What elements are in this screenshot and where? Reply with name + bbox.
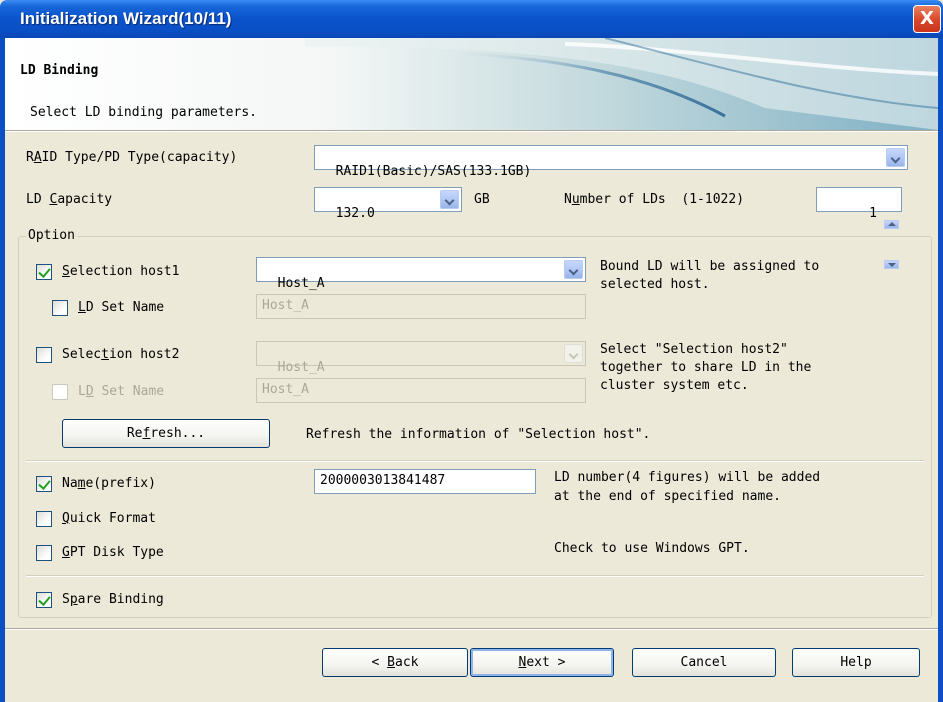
window-title: Initialization Wizard(10/11) — [20, 9, 232, 28]
selection-host1-label: Selection host1 — [62, 264, 180, 279]
ld-set-name2-checkbox[interactable] — [52, 384, 68, 400]
refresh-button[interactable]: Refresh... — [62, 419, 270, 448]
ld-set-name1-value: Host_A — [262, 298, 309, 313]
name-prefix-checkbox[interactable] — [36, 476, 52, 492]
selection-host1-value: Host_A — [277, 276, 325, 291]
ld-set-name1-field[interactable]: Host_A — [256, 294, 586, 319]
header-divider — [5, 130, 938, 132]
raid-type-label: RAID Type/PD Type(capacity) — [26, 150, 238, 165]
refresh-note: Refresh the information of "Selection ho… — [306, 427, 651, 442]
ld-set-name2-field[interactable]: Host_A — [256, 378, 586, 403]
selection-host2-note: Select "Selection host2" together to sha… — [600, 342, 812, 393]
quick-format-checkbox[interactable] — [36, 511, 52, 527]
gpt-disk-type-label: GPT Disk Type — [62, 545, 164, 560]
close-button[interactable]: X — [913, 5, 941, 33]
selection-host2-select[interactable]: Host_A — [256, 341, 586, 375]
ld-capacity-combo[interactable]: 132.0 — [314, 187, 462, 221]
name-prefix-value: 2000003013841487 — [320, 473, 446, 488]
window-border-left — [0, 38, 5, 702]
chevron-down-icon[interactable] — [564, 260, 583, 279]
spare-binding-label: Spare Binding — [62, 592, 164, 607]
option-separator-1 — [26, 460, 924, 462]
spare-binding-checkbox[interactable] — [36, 592, 52, 608]
ld-set-name1-checkbox[interactable] — [52, 300, 68, 316]
cancel-button[interactable]: Cancel — [632, 648, 776, 677]
capacity-unit: GB — [474, 192, 490, 207]
selection-host2-checkbox[interactable] — [36, 347, 52, 363]
number-of-lds-value: 1 — [869, 206, 877, 221]
quick-format-label: Quick Format — [62, 511, 156, 526]
selection-host2-label: Selection host2 — [62, 347, 180, 362]
number-of-lds-spinner[interactable]: 1 — [816, 187, 902, 269]
ld-set-name2-label: LD Set Name — [78, 384, 165, 399]
next-button[interactable]: Next > — [470, 648, 614, 677]
number-of-lds-label: Number of LDs (1-1022) — [564, 192, 745, 207]
page-subtitle: Select LD binding parameters. — [30, 105, 257, 120]
option-group-legend: Option — [26, 228, 77, 243]
selection-host1-note: Bound LD will be assigned to selected ho… — [600, 259, 820, 292]
ld-set-name2-value: Host_A — [262, 382, 309, 397]
ld-capacity-label: LD Capacity — [26, 192, 113, 207]
chevron-down-icon[interactable] — [440, 190, 459, 209]
raid-type-select[interactable]: RAID1(Basic)/SAS(133.1GB) — [314, 145, 908, 179]
name-prefix-input[interactable]: 2000003013841487 — [314, 469, 536, 494]
gpt-note: Check to use Windows GPT. — [554, 541, 750, 556]
ld-set-name1-label: LD Set Name — [78, 300, 165, 315]
raid-type-value: RAID1(Basic)/SAS(133.1GB) — [335, 164, 532, 179]
spinner-buttons[interactable] — [884, 190, 899, 269]
ld-capacity-value: 132.0 — [335, 206, 375, 221]
footer-divider — [5, 628, 938, 630]
spin-up-icon[interactable] — [884, 220, 899, 229]
chevron-down-icon[interactable] — [564, 344, 583, 363]
selection-host2-value: Host_A — [277, 360, 325, 375]
close-icon: X — [920, 8, 934, 29]
option-separator-2 — [26, 575, 924, 577]
name-prefix-label: Name(prefix) — [62, 476, 156, 491]
help-button[interactable]: Help — [792, 648, 920, 677]
back-button[interactable]: < Back — [322, 648, 468, 677]
selection-host1-select[interactable]: Host_A — [256, 257, 586, 291]
name-prefix-note: LD number(4 figures) will be added at th… — [554, 470, 821, 504]
chevron-down-icon[interactable] — [886, 148, 905, 167]
window-border-right — [938, 38, 943, 702]
selection-host1-checkbox[interactable] — [36, 264, 52, 280]
page-title: LD Binding — [20, 63, 99, 78]
gpt-disk-type-checkbox[interactable] — [36, 545, 52, 561]
